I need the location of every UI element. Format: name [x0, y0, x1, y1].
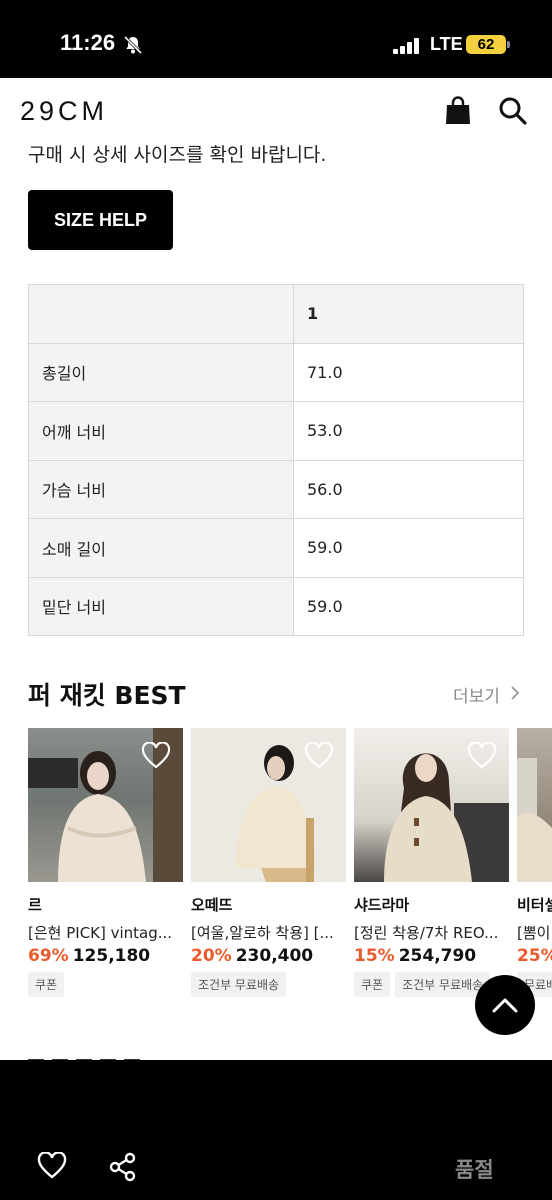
- battery-tip: [507, 41, 510, 48]
- product-image[interactable]: [28, 728, 183, 882]
- product-brand: 르: [28, 896, 42, 914]
- product-badges: 조건부 무료배송: [191, 972, 346, 997]
- size-table-row: 밑단 너비 59.0: [28, 576, 524, 636]
- product-name[interactable]: [여울,알로하 착용] [...: [191, 922, 346, 943]
- heart-icon[interactable]: [141, 742, 171, 770]
- heart-icon[interactable]: [467, 742, 497, 770]
- product-price: 254,790: [398, 946, 477, 966]
- product-card[interactable]: 샤드라마 [정린 착용/7차 REO... 15% 254,790 쿠폰 조건부 무…: [354, 728, 509, 997]
- product-name[interactable]: [정린 착용/7차 REO...: [354, 922, 509, 943]
- product-price-row: 25%: [517, 946, 552, 966]
- product-image[interactable]: [354, 728, 509, 882]
- size-table-corner: [28, 284, 294, 344]
- size-value: 53.0: [293, 401, 524, 461]
- product-discount: 25%: [517, 946, 552, 966]
- product-brand: 샤드라마: [354, 896, 410, 914]
- product-brand: 오떼뜨: [191, 896, 233, 914]
- soldout-button[interactable]: 품절: [455, 1154, 494, 1184]
- product-name[interactable]: [은현 PICK] vintag...: [28, 922, 183, 943]
- size-label: 밑단 너비: [28, 576, 294, 636]
- heart-icon[interactable]: [37, 1152, 67, 1180]
- bottom-action-bar: 품절: [0, 1060, 552, 1200]
- product-price-row: 20% 230,400: [191, 946, 346, 966]
- product-brand: 비터셀: [517, 896, 552, 914]
- size-table-size-col: 1: [293, 284, 524, 344]
- product-photo-shape: [517, 758, 552, 882]
- size-table-header: 1: [28, 284, 524, 344]
- product-carousel[interactable]: 르 [은현 PICK] vintag... 69% 125,180 쿠폰 오떼뜨 …: [28, 728, 552, 1008]
- product-image[interactable]: [517, 728, 552, 882]
- size-table-row: 어깨 너비 53.0: [28, 401, 524, 461]
- network-type: LTE: [430, 34, 463, 54]
- product-name[interactable]: [뽐이: [517, 922, 552, 943]
- size-help-button[interactable]: SIZE HELP: [28, 190, 173, 250]
- size-table-row: 가슴 너비 56.0: [28, 459, 524, 519]
- scroll-top-button[interactable]: [475, 975, 535, 1035]
- app-header: 29CM: [0, 78, 552, 144]
- search-icon[interactable]: [498, 96, 528, 126]
- size-note: 구매 시 상세 사이즈를 확인 바랍니다.: [28, 144, 327, 166]
- chevron-up-icon: [492, 998, 518, 1013]
- logo[interactable]: 29CM: [20, 96, 108, 127]
- product-price-row: 69% 125,180: [28, 946, 183, 966]
- size-value: 59.0: [293, 576, 524, 636]
- product-card[interactable]: 오떼뜨 [여울,알로하 착용] [... 20% 230,400 조건부 무료배송: [191, 728, 346, 997]
- product-card[interactable]: 비터셀 [뽐이 25% 무료배: [517, 728, 552, 997]
- size-label: 소매 길이: [28, 518, 294, 578]
- product-price: 230,400: [235, 946, 314, 966]
- more-link[interactable]: 더보기: [453, 682, 500, 707]
- signal-icon: [393, 38, 419, 54]
- size-value: 56.0: [293, 459, 524, 519]
- product-price-row: 15% 254,790: [354, 946, 509, 966]
- size-label: 어깨 너비: [28, 401, 294, 461]
- section-title: 퍼 재킷 BEST: [28, 681, 186, 710]
- chevron-right-icon[interactable]: [510, 685, 520, 701]
- share-icon[interactable]: [109, 1152, 137, 1182]
- shopping-bag-icon[interactable]: [444, 96, 472, 126]
- free-shipping-badge: 조건부 무료배송: [191, 972, 287, 997]
- heart-icon[interactable]: [304, 742, 334, 770]
- size-label: 총길이: [28, 342, 294, 402]
- coupon-badge: 쿠폰: [28, 972, 65, 997]
- product-discount: 69%: [28, 946, 69, 966]
- battery-indicator: 62: [466, 35, 506, 54]
- product-card[interactable]: 르 [은현 PICK] vintag... 69% 125,180 쿠폰: [28, 728, 183, 997]
- size-value: 59.0: [293, 518, 524, 578]
- size-value: 71.0: [293, 342, 524, 402]
- size-table-row: 소매 길이 59.0: [28, 518, 524, 578]
- product-price: 125,180: [72, 946, 151, 966]
- product-discount: 15%: [354, 946, 395, 966]
- free-shipping-badge: 조건부 무료배송: [395, 972, 491, 997]
- product-badges: 쿠폰: [28, 972, 183, 997]
- status-bar: 11:26 LTE 62: [0, 0, 552, 78]
- size-label: 가슴 너비: [28, 459, 294, 519]
- product-image[interactable]: [191, 728, 346, 882]
- size-table: 1 총길이 71.0 어깨 너비 53.0 가슴 너비 56.0 소매 길이 5…: [28, 284, 524, 636]
- size-table-row: 총길이 71.0: [28, 342, 524, 402]
- product-discount: 20%: [191, 946, 232, 966]
- status-time: 11:26: [60, 30, 116, 55]
- bell-muted-icon: [123, 35, 143, 55]
- coupon-badge: 쿠폰: [354, 972, 391, 997]
